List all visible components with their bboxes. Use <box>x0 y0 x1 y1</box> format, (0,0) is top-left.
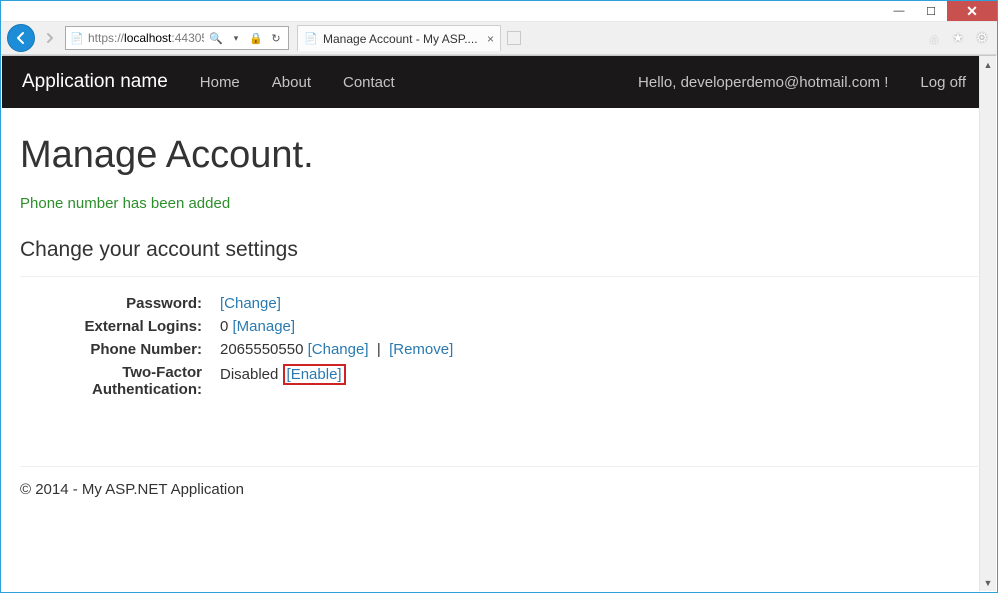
value-phone-number: 2065550550 [Change] | [Remove] <box>220 341 978 358</box>
settings-list: Password: [Change] External Logins: 0 [M… <box>20 295 978 398</box>
remove-phone-link[interactable]: [Remove] <box>389 341 453 358</box>
label-two-factor: Two-Factor Authentication: <box>20 364 220 398</box>
page-viewport: ▲ ▼ Application name Home About Contact … <box>2 55 996 591</box>
scroll-thumb[interactable] <box>980 73 996 574</box>
external-logins-count: 0 <box>220 318 228 335</box>
page-footer: © 2014 - My ASP.NET Application <box>2 408 996 498</box>
url-host: localhost <box>124 31 171 45</box>
footer-text: © 2014 - My ASP.NET Application <box>20 481 244 498</box>
address-bar-text[interactable]: https://localhost:44305/Acc <box>88 31 204 45</box>
label-external-logins: External Logins: <box>20 318 220 335</box>
address-bar[interactable]: 📄 https://localhost:44305/Acc 🔍 ▾ 🔒 ↻ <box>65 26 289 50</box>
flash-message: Phone number has been added <box>20 195 978 212</box>
label-password: Password: <box>20 295 220 312</box>
page-title: Manage Account. <box>20 134 978 177</box>
search-icon[interactable]: 🔍 <box>208 30 224 46</box>
manage-external-logins-link[interactable]: [Manage] <box>233 318 296 335</box>
pipe-separator: | <box>377 341 381 358</box>
settings-gear-icon[interactable]: ⚙ <box>973 29 991 47</box>
window-maximize-button[interactable]: ☐ <box>915 1 947 21</box>
back-button[interactable] <box>7 24 35 52</box>
change-password-link[interactable]: [Change] <box>220 295 281 312</box>
label-phone-number: Phone Number: <box>20 341 220 358</box>
brand[interactable]: Application name <box>16 71 184 93</box>
phone-number-value: 2065550550 <box>220 341 303 358</box>
window-minimize-button[interactable]: — <box>883 1 915 21</box>
url-rest: :44305/Acc <box>171 31 204 45</box>
nav-link-contact[interactable]: Contact <box>327 60 411 105</box>
vertical-scrollbar[interactable]: ▲ ▼ <box>979 56 996 591</box>
site-navbar: Application name Home About Contact Hell… <box>2 56 996 108</box>
nav-link-about[interactable]: About <box>256 60 327 105</box>
home-icon[interactable]: ⌂ <box>925 29 943 47</box>
enable-highlight-box: [Enable] <box>283 364 346 385</box>
scroll-down-icon[interactable]: ▼ <box>980 574 996 591</box>
main-content: Manage Account. Phone number has been ad… <box>2 108 996 408</box>
value-external-logins: 0 [Manage] <box>220 318 978 335</box>
favorites-icon[interactable]: ★ <box>949 29 967 47</box>
section-subtitle: Change your account settings <box>20 238 978 262</box>
footer-divider <box>20 466 978 467</box>
two-factor-status: Disabled <box>220 366 278 383</box>
nav-logoff-link[interactable]: Log off <box>904 60 982 105</box>
divider <box>20 276 978 277</box>
nav-user-greeting[interactable]: Hello, developerdemo@hotmail.com ! <box>622 60 904 105</box>
value-two-factor: Disabled [Enable] <box>220 364 978 398</box>
page-favicon-icon: 📄 <box>70 31 84 45</box>
tab-close-icon[interactable]: × <box>487 32 494 46</box>
window-close-button[interactable]: ✕ <box>947 1 997 21</box>
url-scheme: https:// <box>88 31 124 45</box>
change-phone-link[interactable]: [Change] <box>308 341 369 358</box>
forward-button[interactable] <box>39 27 61 49</box>
refresh-icon[interactable]: ↻ <box>268 30 284 46</box>
tab-favicon-icon: 📄 <box>304 32 318 46</box>
tab-title: Manage Account - My ASP.... <box>323 32 482 46</box>
value-password: [Change] <box>220 295 978 312</box>
scroll-up-icon[interactable]: ▲ <box>980 56 996 73</box>
browser-toolbar: 📄 https://localhost:44305/Acc 🔍 ▾ 🔒 ↻ 📄 … <box>1 22 997 55</box>
new-tab-button[interactable] <box>507 31 521 45</box>
window-titlebar: — ☐ ✕ <box>1 1 997 22</box>
browser-tab[interactable]: 📄 Manage Account - My ASP.... × <box>297 25 501 51</box>
enable-two-factor-link[interactable]: [Enable] <box>287 366 342 383</box>
browser-tool-icons: ⌂ ★ ⚙ <box>925 29 991 47</box>
nav-link-home[interactable]: Home <box>184 60 256 105</box>
dropdown-icon[interactable]: ▾ <box>228 30 244 46</box>
lock-icon[interactable]: 🔒 <box>248 30 264 46</box>
